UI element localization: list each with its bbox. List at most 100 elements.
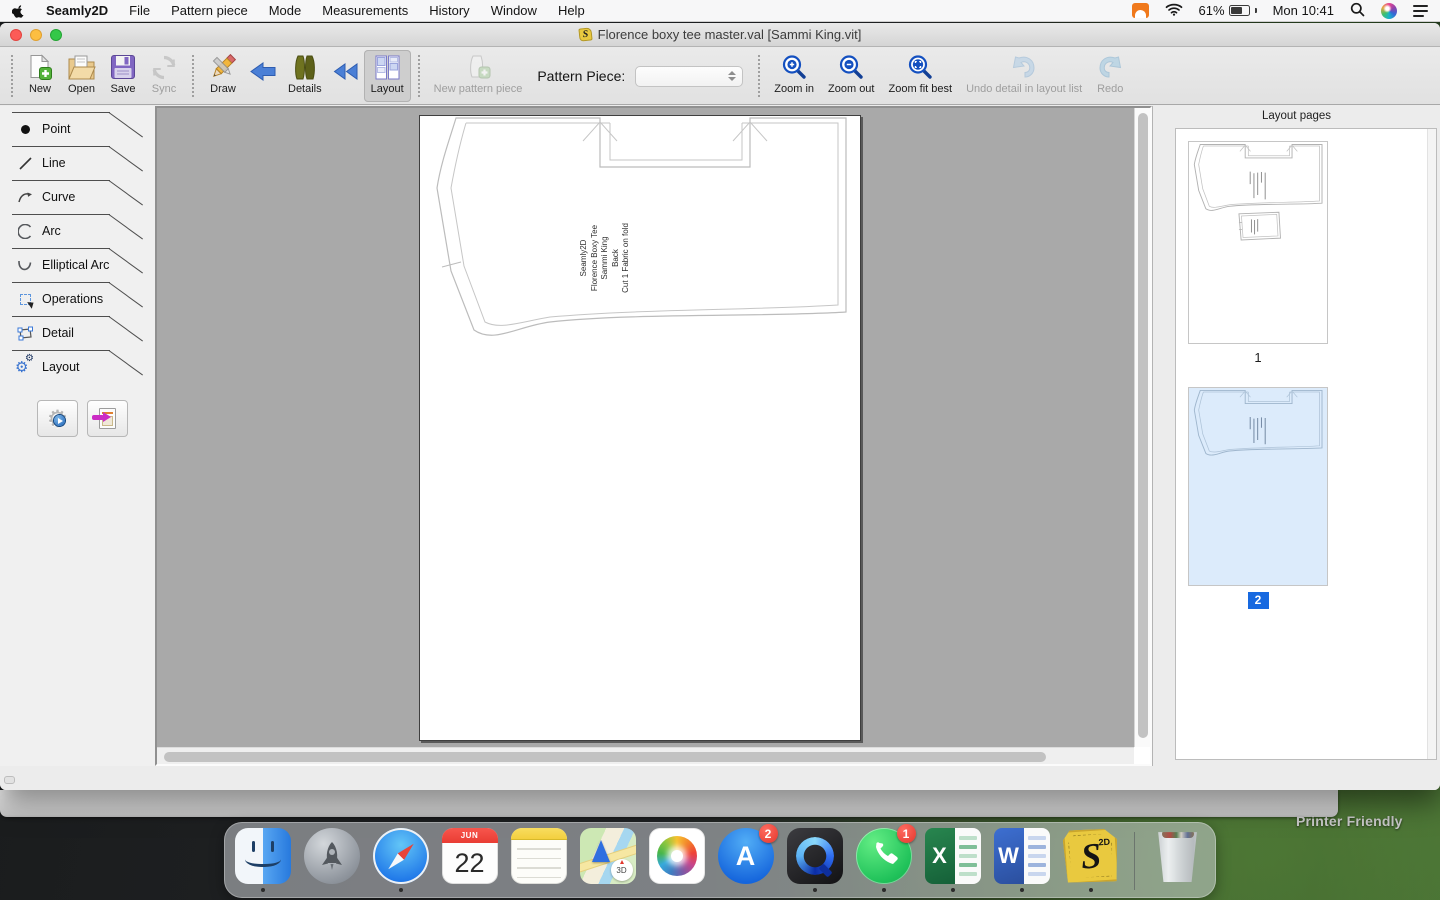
zoom-out-button[interactable]: Zoom out bbox=[821, 50, 881, 102]
pattern-piece-label-text: Seamly2D Florence Boxy Tee Sammi King Ba… bbox=[579, 223, 632, 293]
spotlight-icon[interactable] bbox=[1350, 2, 1365, 20]
wifi-icon[interactable] bbox=[1165, 3, 1183, 19]
pattern-piece-combobox[interactable] bbox=[635, 66, 743, 87]
dock-notes[interactable] bbox=[511, 828, 567, 892]
zoom-in-label: Zoom in bbox=[774, 83, 814, 95]
left-arrow-icon bbox=[249, 61, 277, 82]
dock-maps[interactable]: 3D bbox=[580, 828, 636, 892]
minimize-button[interactable] bbox=[30, 29, 42, 41]
double-left-arrow-icon bbox=[333, 62, 360, 81]
page-2-preview[interactable] bbox=[1188, 387, 1328, 586]
menu-history[interactable]: History bbox=[429, 3, 469, 18]
sidebar-label: Curve bbox=[42, 190, 75, 204]
printer-friendly-text: Printer Friendly bbox=[1296, 813, 1403, 829]
sidebar-label: Arc bbox=[42, 224, 61, 238]
layout-page-thumbnail-2[interactable]: 2 bbox=[1188, 387, 1328, 609]
zoom-fit-best-button[interactable]: Zoom fit best bbox=[881, 50, 959, 102]
menubar-arch-app-icon[interactable] bbox=[1132, 3, 1149, 18]
sidebar-item-elliptical-arc[interactable]: Elliptical Arc bbox=[0, 248, 155, 282]
sidebar-item-line[interactable]: Line bbox=[0, 146, 155, 180]
quicktime-icon bbox=[787, 828, 843, 884]
vertical-scrollbar-thumb[interactable] bbox=[1138, 113, 1148, 738]
dock-app-store[interactable]: A 2 bbox=[718, 828, 774, 892]
zoom-in-icon bbox=[781, 53, 808, 81]
apple-menu-icon[interactable] bbox=[12, 3, 25, 19]
undo-detail-button[interactable]: Undo detail in layout list bbox=[959, 50, 1089, 102]
zoom-window-button[interactable] bbox=[50, 29, 62, 41]
sidebar-item-curve[interactable]: Curve bbox=[0, 180, 155, 214]
background-window-bar[interactable] bbox=[0, 790, 1338, 817]
export-layout-button[interactable] bbox=[87, 400, 128, 437]
dock-calendar[interactable]: JUN 22 bbox=[442, 828, 498, 892]
dock-finder[interactable] bbox=[235, 828, 291, 892]
battery-indicator[interactable]: 61% bbox=[1199, 3, 1257, 18]
toolbar-separator bbox=[192, 55, 194, 97]
menu-file[interactable]: File bbox=[129, 3, 150, 18]
line-icon bbox=[17, 155, 33, 171]
dock-excel[interactable]: X bbox=[925, 828, 981, 892]
new-pattern-piece-button[interactable]: New pattern piece bbox=[427, 50, 530, 102]
toolbar-handle[interactable] bbox=[11, 55, 13, 97]
tool-sidebar: Point Line Curve Arc Elliptical Arc bbox=[0, 106, 155, 766]
seamly2d-window: S Florence boxy tee master.val [Sammi Ki… bbox=[0, 23, 1440, 790]
double-back-arrow-button[interactable] bbox=[329, 56, 364, 86]
siri-icon[interactable] bbox=[1381, 3, 1397, 19]
sidebar-item-layout[interactable]: ⚙⚙Layout bbox=[0, 350, 155, 384]
dock-word[interactable]: W bbox=[994, 828, 1050, 892]
sync-button[interactable]: Sync bbox=[143, 50, 185, 102]
menubar-clock[interactable]: Mon 10:41 bbox=[1273, 3, 1334, 18]
zoom-out-label: Zoom out bbox=[828, 83, 874, 95]
sidebar-label: Point bbox=[42, 122, 71, 136]
close-button[interactable] bbox=[10, 29, 22, 41]
horizontal-scrollbar[interactable] bbox=[157, 747, 1134, 764]
back-arrow-button[interactable] bbox=[245, 56, 281, 86]
menu-window[interactable]: Window bbox=[491, 3, 537, 18]
photos-icon bbox=[649, 828, 705, 884]
menu-help[interactable]: Help bbox=[558, 3, 585, 18]
arc-icon bbox=[17, 223, 33, 239]
dock-safari[interactable] bbox=[373, 828, 429, 892]
menubar-app-name[interactable]: Seamly2D bbox=[46, 3, 108, 18]
redo-button[interactable]: Redo bbox=[1089, 50, 1131, 102]
dock-launchpad[interactable] bbox=[304, 828, 360, 892]
titlebar[interactable]: S Florence boxy tee master.val [Sammi Ki… bbox=[0, 23, 1440, 47]
layout-pages-list[interactable]: 1 2 bbox=[1175, 128, 1437, 760]
dock-quicktime[interactable] bbox=[787, 828, 843, 892]
layout-page-thumbnail-1[interactable]: 1 bbox=[1188, 141, 1328, 365]
sidebar-item-arc[interactable]: Arc bbox=[0, 214, 155, 248]
dock-trash[interactable] bbox=[1150, 828, 1206, 892]
layout-button[interactable]: Layout bbox=[364, 50, 411, 102]
details-button[interactable]: Details bbox=[281, 50, 329, 102]
save-button[interactable]: Save bbox=[103, 50, 143, 102]
layout-settings-button[interactable]: ⚙ bbox=[37, 400, 78, 437]
page-1-preview[interactable] bbox=[1188, 141, 1328, 344]
new-button[interactable]: New bbox=[20, 50, 60, 102]
pattern-piece-outline bbox=[420, 116, 862, 486]
zoom-fit-best-label: Zoom fit best bbox=[888, 83, 952, 95]
running-indicator bbox=[261, 888, 265, 892]
vertical-scrollbar[interactable] bbox=[1134, 108, 1150, 747]
menu-pattern-piece[interactable]: Pattern piece bbox=[171, 3, 248, 18]
menu-mode[interactable]: Mode bbox=[269, 3, 302, 18]
horizontal-scrollbar-thumb[interactable] bbox=[164, 752, 1046, 762]
layout-canvas[interactable]: Seamly2D Florence Boxy Tee Sammi King Ba… bbox=[155, 106, 1152, 766]
open-button[interactable]: Open bbox=[60, 50, 103, 102]
canvas-view[interactable]: Seamly2D Florence Boxy Tee Sammi King Ba… bbox=[157, 108, 1134, 747]
redo-label: Redo bbox=[1097, 83, 1123, 95]
combobox-stepper-icon bbox=[728, 71, 736, 81]
panel-scrollbar[interactable] bbox=[1427, 129, 1436, 759]
notes-icon bbox=[511, 828, 567, 884]
pattern-piece-label: Pattern Piece: bbox=[537, 68, 625, 84]
sidebar-item-point[interactable]: Point bbox=[0, 112, 155, 146]
save-floppy-icon bbox=[110, 53, 136, 81]
dock-seamly2d[interactable]: S 2D bbox=[1063, 828, 1119, 892]
notification-center-icon[interactable] bbox=[1413, 5, 1428, 17]
statusbar-widget bbox=[4, 776, 15, 784]
dock-photos[interactable] bbox=[649, 828, 705, 892]
draw-button[interactable]: Draw bbox=[201, 50, 245, 102]
dock-whatsapp[interactable]: 1 bbox=[856, 828, 912, 892]
menu-measurements[interactable]: Measurements bbox=[322, 3, 408, 18]
sidebar-item-detail[interactable]: Detail bbox=[0, 316, 155, 350]
zoom-in-button[interactable]: Zoom in bbox=[767, 50, 821, 102]
sidebar-item-operations[interactable]: Operations bbox=[0, 282, 155, 316]
